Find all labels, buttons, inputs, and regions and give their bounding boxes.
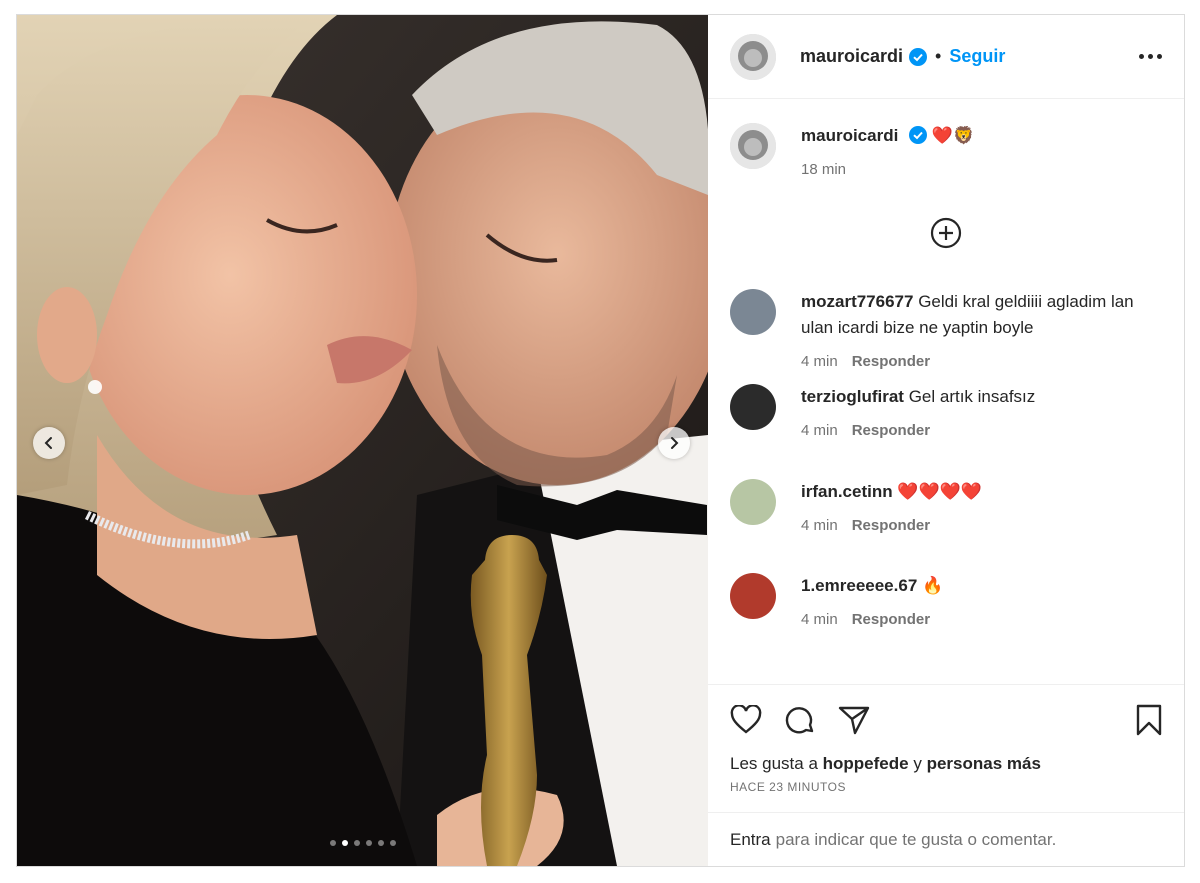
likes-summary: Les gusta a hoppefede y personas más: [708, 754, 1184, 774]
action-bar: [708, 684, 1184, 754]
lion-avatar-icon: [730, 123, 776, 169]
comment-item: mozart776677 Geldi kral geldiiii agladim…: [730, 289, 1164, 375]
avatar[interactable]: [730, 123, 776, 169]
follow-button[interactable]: Seguir: [949, 46, 1005, 67]
more-options-button[interactable]: [1139, 48, 1162, 65]
comment-username[interactable]: mozart776677: [801, 292, 913, 311]
carousel-dot: [377, 840, 384, 846]
caption: mauroicardi ❤️🦁 18 min: [730, 123, 1164, 183]
comment-text: 🔥: [922, 576, 944, 595]
add-circle-icon: [930, 217, 962, 249]
login-text: para indicar que te gusta o comentar.: [775, 829, 1057, 849]
reply-button[interactable]: Responder: [852, 517, 930, 534]
couple-photo: [17, 15, 708, 866]
comment-item: 1.emreeeee.67 🔥 4 min Responder: [730, 573, 1164, 633]
likes-middle: y: [913, 754, 922, 773]
likes-prefix: Les gusta a: [730, 754, 818, 773]
header-username[interactable]: mauroicardi: [800, 46, 903, 67]
next-photo-button[interactable]: [658, 427, 690, 459]
header-separator: •: [935, 46, 942, 66]
carousel-dot: [365, 840, 372, 846]
likes-user[interactable]: hoppefede: [823, 754, 909, 773]
avatar[interactable]: [730, 33, 776, 80]
chevron-left-icon: [44, 437, 52, 449]
comments-section[interactable]: mauroicardi ❤️🦁 18 min mozart776677 Geld…: [708, 99, 1184, 684]
instagram-post: mauroicardi • Seguir mauroicardi ❤️🦁 18 …: [16, 14, 1185, 867]
chevron-right-icon: [671, 437, 679, 449]
caption-time: 18 min: [801, 161, 847, 178]
verified-badge-icon: [909, 47, 928, 66]
post-timestamp: HACE 23 MINUTOS: [730, 780, 846, 794]
avatar[interactable]: [730, 479, 776, 525]
post-header: mauroicardi • Seguir: [708, 15, 1184, 99]
comment-icon[interactable]: [784, 704, 816, 736]
post-sidebar: mauroicardi • Seguir mauroicardi ❤️🦁 18 …: [708, 15, 1184, 866]
more-icon: [1139, 54, 1144, 59]
caption-text: ❤️🦁: [931, 126, 975, 145]
comment-time: 4 min: [801, 422, 838, 439]
more-icon-dot: [1148, 54, 1153, 59]
carousel-dot: [389, 840, 396, 846]
reply-button[interactable]: Responder: [852, 611, 930, 628]
login-link[interactable]: Entra: [730, 830, 771, 850]
load-more-comments-button[interactable]: [930, 217, 962, 249]
comment-text: Gel artık insafsız: [908, 387, 1036, 406]
carousel-dot: [353, 840, 360, 846]
comment-username[interactable]: terzioglufirat: [801, 387, 904, 406]
avatar[interactable]: [730, 573, 776, 619]
carousel-dot: [329, 840, 336, 846]
comment-username[interactable]: 1.emreeeee.67: [801, 576, 917, 595]
more-icon-dot: [1157, 54, 1162, 59]
avatar[interactable]: [730, 289, 776, 335]
likes-others[interactable]: personas más: [927, 754, 1041, 773]
reply-button[interactable]: Responder: [852, 422, 930, 439]
login-prompt: Entra para indicar que te gusta o coment…: [708, 812, 1184, 866]
reply-button[interactable]: Responder: [852, 353, 930, 370]
carousel-dot: [341, 840, 348, 846]
previous-photo-button[interactable]: [33, 427, 65, 459]
comment-username[interactable]: irfan.cetinn: [801, 482, 893, 501]
lion-avatar-icon: [730, 33, 776, 80]
verified-badge-icon: [909, 126, 928, 144]
comment-time: 4 min: [801, 611, 838, 628]
post-photo[interactable]: [17, 15, 708, 866]
avatar[interactable]: [730, 384, 776, 430]
comment-item: terzioglufirat Gel artık insafsız 4 min Re…: [730, 384, 1164, 444]
caption-username[interactable]: mauroicardi: [801, 126, 898, 145]
comment-time: 4 min: [801, 517, 838, 534]
heart-icon[interactable]: [730, 704, 762, 735]
comment-text: ❤️❤️❤️❤️: [897, 482, 983, 501]
comment-item: irfan.cetinn ❤️❤️❤️❤️ 4 min Responder: [730, 479, 1164, 539]
bookmark-icon[interactable]: [1136, 704, 1162, 736]
comment-time: 4 min: [801, 353, 838, 370]
carousel-indicator: [17, 840, 708, 846]
share-icon[interactable]: [838, 705, 870, 735]
